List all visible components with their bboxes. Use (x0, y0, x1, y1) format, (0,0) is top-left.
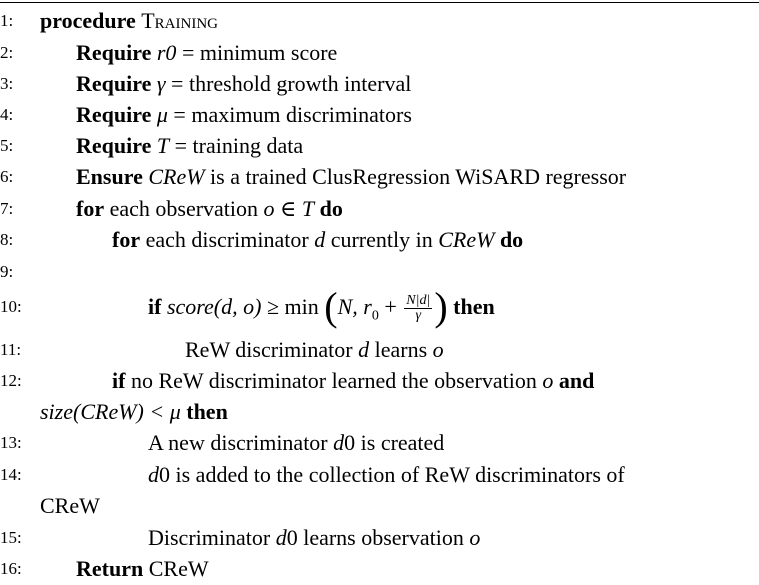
variable: o (432, 337, 444, 362)
line-number: 10: (0, 297, 22, 316)
keyword: do (319, 196, 343, 221)
keyword: for (76, 196, 105, 221)
line-number: 4: (0, 105, 14, 124)
left-paren: ( (324, 284, 338, 329)
text: 0 is added to the collection of ReW disc… (159, 462, 625, 487)
keyword: if (112, 368, 126, 393)
variable: d (358, 337, 370, 362)
math-operator: ≥ min (261, 294, 325, 319)
variable: μ (156, 102, 168, 127)
fraction-numerator: N|d| (404, 293, 433, 310)
line-number: 5: (0, 136, 14, 155)
algo-line-14-cont: CReW (0, 490, 759, 521)
text: currently in (325, 227, 439, 252)
algo-line-4: 4: Require μ = maximum discriminators (0, 99, 759, 130)
variable: o (263, 196, 275, 221)
line-number: 14: (0, 465, 22, 484)
variable: d (275, 525, 287, 550)
keyword: Require (76, 102, 152, 127)
keyword: Return (76, 556, 144, 581)
variable: T (301, 196, 315, 221)
text: ReW discriminator (185, 337, 359, 362)
line-number: 16: (0, 559, 22, 578)
text: CReW (40, 493, 100, 518)
variable: d (148, 462, 159, 487)
algo-line-9: 9: (0, 256, 759, 287)
text: = maximum discriminators (167, 102, 412, 127)
variable: d (314, 227, 326, 252)
line-number: 9: (0, 262, 14, 281)
keyword: and (558, 368, 595, 393)
algo-line-2: 2: Require r0 = minimum score (0, 37, 759, 68)
procedure-name: Training (141, 8, 218, 33)
algo-line-6: 6: Ensure CReW is a trained ClusRegressi… (0, 161, 759, 192)
keyword: Ensure (76, 164, 143, 189)
keyword: Require (76, 71, 152, 96)
keyword: for (112, 227, 141, 252)
algo-line-1: 1: procedure Training (0, 5, 759, 36)
line-number: 6: (0, 167, 14, 186)
variable: o (469, 525, 481, 550)
text: 0 learns observation (286, 525, 470, 550)
text: is a trained ClusRegression WiSARD regre… (204, 164, 627, 189)
algo-line-13: 13: A new discriminator d0 is created (0, 427, 759, 458)
keyword: Require (76, 133, 152, 158)
keyword: Require (76, 40, 152, 65)
line-number: 2: (0, 43, 14, 62)
algo-line-3: 3: Require γ = threshold growth interval (0, 68, 759, 99)
variable: CReW (438, 227, 495, 252)
line-number: 11: (0, 340, 22, 359)
top-rule (0, 2, 759, 3)
line-number: 1: (0, 11, 14, 30)
algo-line-11: 11: ReW discriminator d learns o (0, 334, 759, 365)
algo-line-15: 15: Discriminator d0 learns observation … (0, 522, 759, 553)
text: = threshold growth interval (165, 71, 412, 96)
line-number: 3: (0, 74, 14, 93)
variable: d (333, 430, 345, 455)
variable: o (542, 368, 554, 393)
variable: T (156, 133, 170, 158)
variable: γ (156, 71, 166, 96)
line-number: 12: (0, 371, 22, 390)
algo-line-5: 5: Require T = training data (0, 130, 759, 161)
text: 0 is created (344, 430, 445, 455)
variable: CReW (148, 164, 205, 189)
text: CReW (143, 556, 209, 581)
math-expression: N, r (337, 294, 372, 319)
algo-line-10: 10: if score(d, o) ≥ min (N, r0 + N|d| γ)… (0, 287, 759, 327)
text: A new discriminator (148, 430, 334, 455)
fraction: N|d| γ (404, 293, 433, 324)
right-paren: ) (434, 284, 448, 329)
keyword: then (186, 399, 228, 424)
algo-line-16: 16: Return CReW (0, 553, 759, 584)
variable: r0 (156, 40, 177, 65)
fraction-denominator: γ (415, 308, 422, 324)
line-number: 8: (0, 230, 14, 249)
algo-line-12-cont: size(CReW) < μ then (0, 396, 759, 427)
keyword: procedure (40, 8, 136, 33)
keyword: if (148, 294, 162, 319)
algo-line-14: 14: d0 is added to the collection of ReW… (0, 459, 759, 490)
line-number: 13: (0, 433, 22, 452)
text: learns (369, 337, 433, 362)
math-expression: size(CReW) < μ (40, 399, 181, 424)
text: = minimum score (176, 40, 338, 65)
line-number: 7: (0, 199, 14, 218)
algo-line-7: 7: for each observation o ∈ T do (0, 193, 759, 224)
text: Discriminator (148, 525, 276, 550)
keyword: then (453, 294, 495, 319)
text: each observation (109, 196, 264, 221)
math-operator: + (378, 294, 403, 319)
text: each discriminator (145, 227, 315, 252)
text: ∈ (274, 196, 302, 221)
text: = training data (169, 133, 304, 158)
algo-line-8: 8: for each discriminator d currently in… (0, 224, 759, 255)
text: no ReW discriminator learned the observa… (130, 368, 543, 393)
line-number: 15: (0, 528, 22, 547)
subscript: 0 (371, 308, 379, 324)
math-expression: score(d, o) (166, 294, 262, 319)
algo-line-12: 12: if no ReW discriminator learned the … (0, 365, 759, 396)
keyword: do (499, 227, 524, 252)
